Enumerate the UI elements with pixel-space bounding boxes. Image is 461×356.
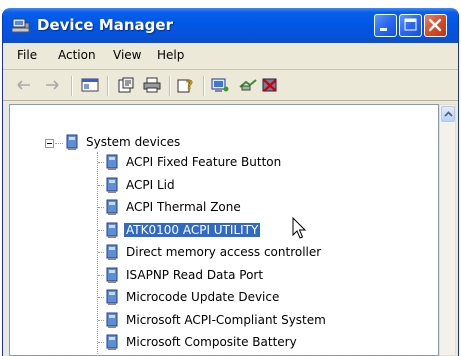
window-title: Device Manager	[37, 16, 173, 34]
menu-view[interactable]: View	[113, 48, 141, 62]
tree-connector-line	[97, 152, 99, 356]
scan-hardware-icon[interactable]	[211, 77, 229, 93]
tree-item-label: Microsoft ACPI-Compliant System	[126, 313, 326, 327]
system-device-icon	[106, 154, 118, 170]
title-bar[interactable]: Device Manager	[3, 8, 458, 43]
tree-item-label: ACPI Fixed Feature Button	[126, 155, 282, 169]
tree-item-label: ACPI Lid	[126, 178, 175, 192]
system-device-icon	[106, 199, 118, 215]
tree-item-label: Microsoft Composite Battery	[126, 335, 297, 349]
help-icon[interactable]: ?	[177, 77, 195, 93]
minimize-icon	[380, 28, 387, 31]
forward-arrow-icon[interactable]	[43, 77, 61, 93]
update-driver-icon[interactable]	[239, 77, 257, 93]
toolbar-separator	[203, 76, 205, 96]
tree-connector-line	[55, 143, 63, 145]
maximize-icon	[404, 18, 417, 31]
maximize-button[interactable]	[399, 14, 422, 37]
chevron-up-icon	[444, 111, 453, 117]
show-hide-console-tree-icon[interactable]	[81, 77, 99, 93]
uninstall-icon[interactable]	[261, 77, 279, 93]
tree-item-label: ISAPNP Read Data Port	[126, 268, 264, 282]
toolbar: ?	[3, 70, 458, 101]
close-icon	[428, 18, 442, 32]
back-arrow-icon[interactable]	[15, 77, 33, 93]
properties-icon[interactable]	[117, 77, 135, 93]
system-device-icon	[106, 177, 118, 193]
system-device-icon	[106, 244, 118, 260]
toolbar-separator	[169, 76, 171, 96]
system-device-icon	[106, 312, 118, 328]
vertical-scrollbar[interactable]	[439, 104, 456, 356]
system-device-icon	[106, 334, 118, 350]
device-manager-icon	[12, 18, 30, 33]
system-device-icon	[106, 267, 118, 283]
print-icon[interactable]	[143, 77, 161, 93]
menu-bar: File Action View Help	[3, 43, 458, 70]
tree-item-label: ATK0100 ACPI UTILITY	[124, 223, 261, 237]
computer-device-icon	[66, 134, 78, 150]
menu-action[interactable]: Action	[58, 48, 96, 62]
tree-item-label: Microcode Update Device	[126, 290, 280, 304]
tree-item-label: Direct memory access controller	[126, 245, 322, 259]
menu-file[interactable]: File	[17, 48, 37, 62]
close-button[interactable]	[424, 14, 447, 37]
mouse-cursor-icon	[292, 217, 307, 239]
tree-category-label: System devices	[86, 135, 181, 149]
tree-item-label: ACPI Thermal Zone	[126, 200, 241, 214]
menu-help[interactable]: Help	[157, 48, 184, 62]
collapse-expander[interactable]	[45, 139, 54, 148]
toolbar-separator	[107, 76, 109, 96]
scroll-up-button[interactable]	[441, 106, 455, 122]
system-device-icon	[106, 289, 118, 305]
svg-text:?: ?	[186, 78, 193, 92]
minimize-button[interactable]	[374, 14, 397, 37]
toolbar-separator	[71, 76, 73, 96]
system-device-icon	[106, 222, 118, 238]
